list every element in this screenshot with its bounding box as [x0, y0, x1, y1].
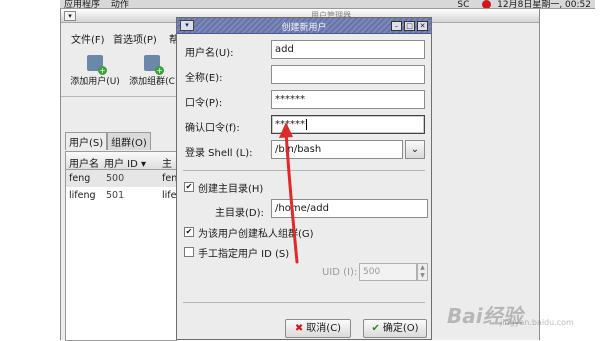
update-alert-icon[interactable]	[482, 0, 492, 8]
menu-preferences[interactable]: 首选项(P)	[113, 31, 157, 46]
username-field[interactable]: add	[271, 40, 425, 59]
confirm-password-field[interactable]: ******	[271, 115, 425, 134]
table-header: 用户名 用户 ID ▾ 主	[66, 152, 176, 170]
table-row[interactable]: lifeng 501 lifer	[66, 187, 180, 204]
ok-icon: ✔	[371, 323, 380, 334]
password-field[interactable]: ******	[271, 90, 425, 109]
add-group-button[interactable]: 添加组群(C	[127, 55, 177, 87]
tab-groups[interactable]: 组群(O)	[107, 132, 151, 150]
ok-label: 确定(O)	[382, 323, 419, 334]
tab-strip: 用户(S) 组群(O)	[65, 132, 151, 150]
text-cursor	[306, 118, 307, 130]
close-button[interactable]: ✕	[417, 21, 428, 31]
spin-down-icon[interactable]: ▼	[418, 272, 427, 280]
create-user-dialog: ▾ 创建新用户 – □ ✕ 用户名(U): add 全称(E): 口令(P): …	[176, 17, 432, 340]
maximize-button[interactable]: □	[404, 21, 415, 31]
create-home-label: 创建主目录(H)	[198, 184, 264, 195]
panel-clock[interactable]: 12月8日星期一, 00:52	[497, 0, 591, 8]
manual-uid-label: 手工指定用户 ID (S)	[198, 249, 290, 260]
window-menu-button[interactable]: ▾	[64, 11, 76, 21]
uid-spin-buttons[interactable]: ▲ ▼	[417, 263, 428, 281]
input-method-indicator[interactable]: SC	[457, 0, 469, 8]
shell-combo[interactable]: /bin/bash	[271, 140, 403, 159]
uid-spin-field[interactable]: 500	[359, 263, 417, 281]
cell-primary: fen	[162, 173, 178, 184]
fullname-label: 全称(E):	[185, 73, 223, 84]
fullname-field[interactable]	[271, 65, 425, 84]
private-group-checkbox[interactable]: ✔	[184, 227, 194, 237]
dialog-titlebar[interactable]: ▾ 创建新用户 – □ ✕	[177, 18, 431, 34]
table-row[interactable]: feng 500 fen	[66, 170, 178, 187]
create-home-checkbox[interactable]: ✔	[184, 182, 194, 192]
watermark-url: jingyan.baidu.com	[500, 318, 574, 327]
cancel-button[interactable]: ✖ 取消(C)	[285, 319, 351, 338]
divider	[183, 170, 425, 171]
spin-up-icon[interactable]: ▲	[418, 264, 427, 272]
add-user-label: 添加用户(U)	[70, 77, 120, 87]
add-group-label: 添加组群(C	[129, 77, 175, 87]
chevron-down-icon[interactable]: ⌄	[405, 140, 425, 159]
home-dir-label: 主目录(D):	[215, 208, 264, 219]
shell-label: 登录 Shell (L):	[185, 148, 253, 159]
ok-button[interactable]: ✔ 确定(O)	[363, 319, 427, 338]
confirm-password-label: 确认口令(f):	[185, 123, 240, 134]
cancel-icon: ✖	[294, 323, 304, 334]
add-group-icon	[144, 55, 164, 75]
username-label: 用户名(U):	[185, 48, 234, 59]
actions-menu[interactable]: 动作	[111, 0, 129, 8]
menu-file[interactable]: 文件(F)	[71, 31, 105, 46]
cell-username: feng	[69, 173, 91, 184]
minimize-button[interactable]: –	[391, 21, 402, 31]
manual-uid-checkbox[interactable]	[184, 247, 194, 257]
toolbar-divider	[61, 96, 177, 97]
top-panel: 应用程序 动作 SC 12月8日星期一, 00:52	[60, 0, 595, 9]
confirm-password-value: ******	[275, 119, 305, 130]
private-group-label: 为该用户创建私人组群(G)	[198, 229, 314, 240]
panel-menus: 应用程序 动作	[64, 0, 137, 8]
cell-username: lifeng	[69, 190, 96, 201]
applications-menu[interactable]: 应用程序	[64, 0, 100, 8]
users-table: 用户名 用户 ID ▾ 主 feng 500 fen lifeng 501 li…	[65, 151, 180, 341]
column-header-primary[interactable]: 主	[162, 155, 172, 170]
cancel-label: 取消(C)	[306, 323, 342, 334]
password-label: 口令(P):	[185, 98, 223, 109]
cell-uid: 501	[106, 190, 125, 201]
add-user-icon	[87, 55, 107, 75]
add-user-button[interactable]: 添加用户(U)	[67, 55, 123, 87]
column-header-username[interactable]: 用户名	[69, 155, 99, 170]
tab-users[interactable]: 用户(S)	[65, 132, 108, 150]
cell-uid: 500	[106, 173, 125, 184]
home-dir-field[interactable]: /home/add	[271, 199, 428, 218]
column-header-uid[interactable]: 用户 ID ▾	[104, 155, 146, 170]
panel-tray: SC 12月8日星期一, 00:52	[457, 0, 591, 8]
divider	[183, 302, 425, 303]
uid-label: UID (I):	[322, 267, 358, 278]
